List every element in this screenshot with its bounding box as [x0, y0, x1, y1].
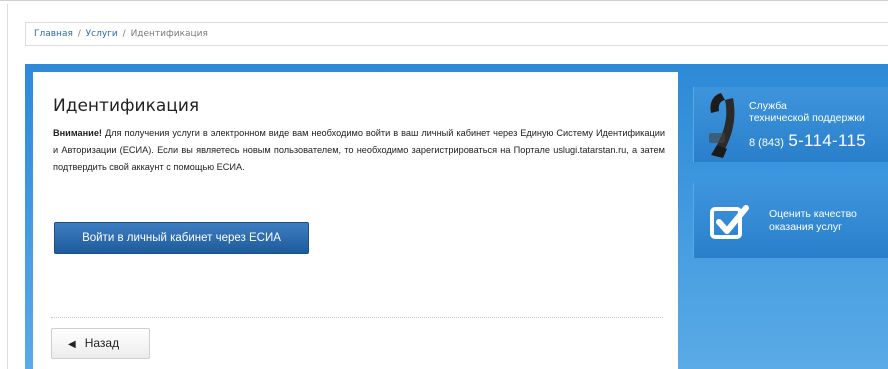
breadcrumb-current: Идентификация	[130, 29, 208, 39]
breadcrumb-home-link[interactable]: Главная	[34, 29, 73, 39]
divider	[51, 317, 663, 318]
phone-prefix: 8 (843)	[749, 137, 784, 149]
esia-login-button[interactable]: Войти в личный кабинет через ЕСИА	[54, 222, 309, 254]
back-button-label: Назад	[84, 336, 120, 350]
breadcrumb-services-link[interactable]: Услуги	[86, 29, 118, 39]
top-border	[0, 0, 888, 4]
breadcrumb-separator: /	[77, 29, 81, 39]
rate-title-line2: оказания услуг	[769, 221, 842, 233]
support-title-line1: Служба	[749, 100, 787, 112]
rate-title-line1: Оценить качество	[769, 208, 857, 220]
page-title: Идентификация	[53, 96, 200, 116]
support-phone: 8 (843) 5-114-115	[749, 131, 866, 151]
support-title: Служба технической поддержки	[749, 100, 865, 124]
checkbox-check-icon	[710, 205, 749, 239]
rate-title: Оценить качество оказания услуг	[769, 208, 857, 234]
chevron-left-icon: ◀	[68, 339, 76, 350]
warning-text: Внимание! Для получения услуги в электро…	[53, 125, 665, 176]
breadcrumb-separator: /	[122, 29, 126, 39]
back-button[interactable]: ◀ Назад	[51, 328, 150, 359]
phone-icon	[709, 93, 735, 158]
breadcrumb: Главная / Услуги / Идентификация	[25, 22, 888, 46]
support-title-line2: технической поддержки	[749, 112, 865, 124]
warning-body: Для получения услуги в электронном виде …	[53, 128, 665, 172]
identification-content: Идентификация Внимание! Для получения ус…	[33, 72, 678, 369]
warning-label: Внимание!	[53, 128, 102, 138]
support-card[interactable]: Служба технической поддержки 8 (843) 5-1…	[693, 87, 888, 162]
left-rule	[7, 4, 8, 369]
rate-service-card[interactable]: Оценить качество оказания услуг	[693, 183, 888, 258]
phone-number: 5-114-115	[788, 131, 866, 150]
